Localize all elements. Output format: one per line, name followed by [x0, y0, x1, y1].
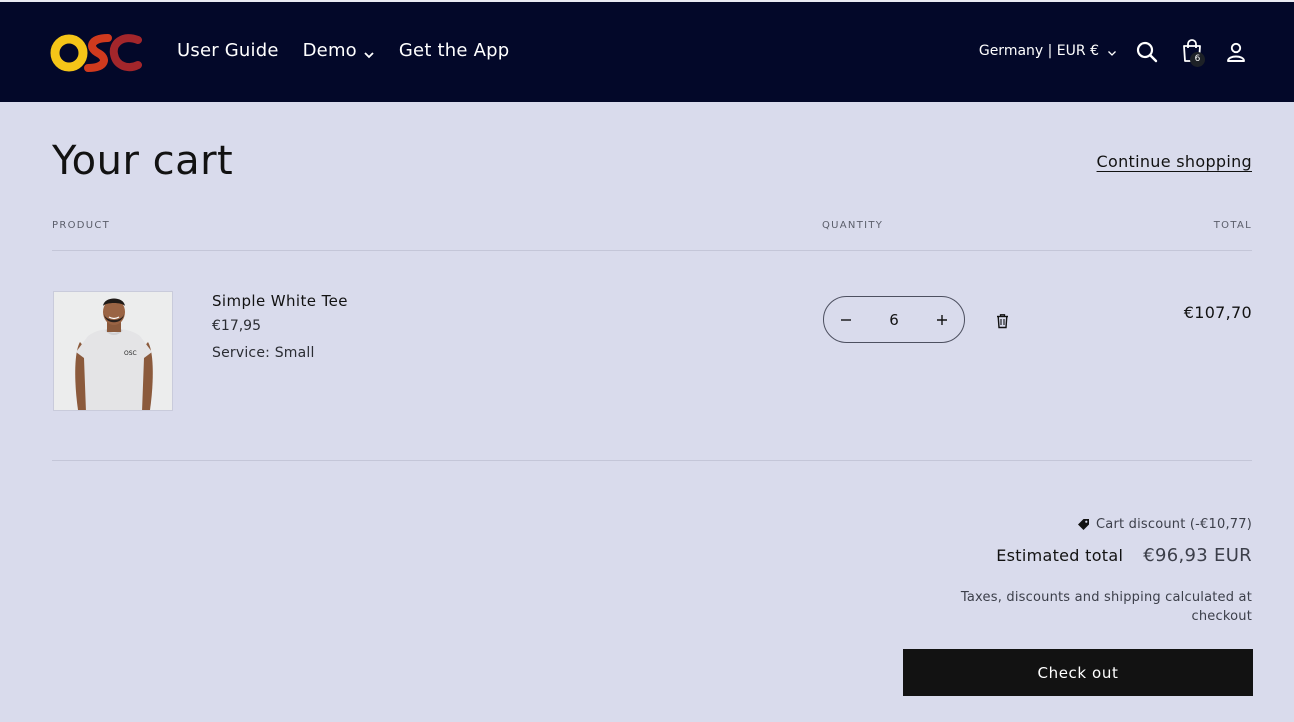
nav-demo[interactable]: Demo [303, 40, 375, 61]
divider [52, 460, 1252, 461]
product-variant: Service: Small [212, 345, 315, 361]
nav-user-guide[interactable]: User Guide [177, 40, 279, 61]
cart-count-badge: 6 [1190, 52, 1205, 67]
nav-demo-label: Demo [302, 40, 357, 61]
cart-discount-label: Cart discount (-€10,77) [1096, 517, 1252, 532]
country-selector[interactable]: Germany | EUR € [979, 43, 1117, 59]
country-selector-label: Germany | EUR € [978, 43, 1099, 59]
account-icon[interactable] [1224, 40, 1248, 64]
estimated-total: Estimated total €96,93 EUR [996, 545, 1252, 566]
taxes-note: Taxes, discounts and shipping calculated… [960, 590, 1252, 624]
column-header-total: TOTAL [1213, 220, 1252, 231]
line-item-total: €107,70 [1183, 303, 1252, 322]
continue-shopping-link[interactable]: Continue shopping [1097, 152, 1252, 171]
trash-icon[interactable] [995, 313, 1010, 329]
increase-quantity-button[interactable] [920, 297, 964, 342]
search-icon[interactable] [1135, 40, 1159, 64]
estimated-total-label: Estimated total [996, 546, 1124, 565]
nav-get-the-app-label: Get the App [398, 40, 510, 61]
divider [52, 250, 1252, 251]
nav-user-guide-label: User Guide [177, 40, 279, 61]
main-nav: User Guide Demo Get the App [177, 40, 533, 61]
quantity-stepper [823, 296, 965, 343]
svg-text:OSC: OSC [124, 350, 137, 357]
checkout-button[interactable]: Check out [903, 649, 1253, 696]
chevron-down-icon [1107, 46, 1117, 56]
minus-icon [841, 318, 851, 321]
column-header-product: PRODUCT [52, 220, 111, 231]
page-title: Your cart [52, 138, 234, 184]
nav-get-the-app[interactable]: Get the App [399, 40, 509, 61]
site-header: User Guide Demo Get the App Germany | EU… [0, 2, 1294, 102]
cart-discount: Cart discount (-€10,77) [1077, 517, 1252, 532]
osc-logo[interactable] [50, 32, 142, 74]
quantity-input[interactable] [874, 304, 914, 335]
tag-icon [1078, 519, 1089, 530]
column-header-quantity: QUANTITY [822, 220, 884, 231]
decrease-quantity-button[interactable] [824, 297, 868, 342]
product-unit-price: €17,95 [212, 318, 261, 334]
chevron-down-icon [363, 45, 375, 58]
plus-icon [937, 314, 947, 325]
product-name-link[interactable]: Simple White Tee [212, 292, 348, 310]
estimated-total-value: €96,93 EUR [1143, 545, 1252, 566]
product-image[interactable]: OSC [53, 291, 173, 411]
